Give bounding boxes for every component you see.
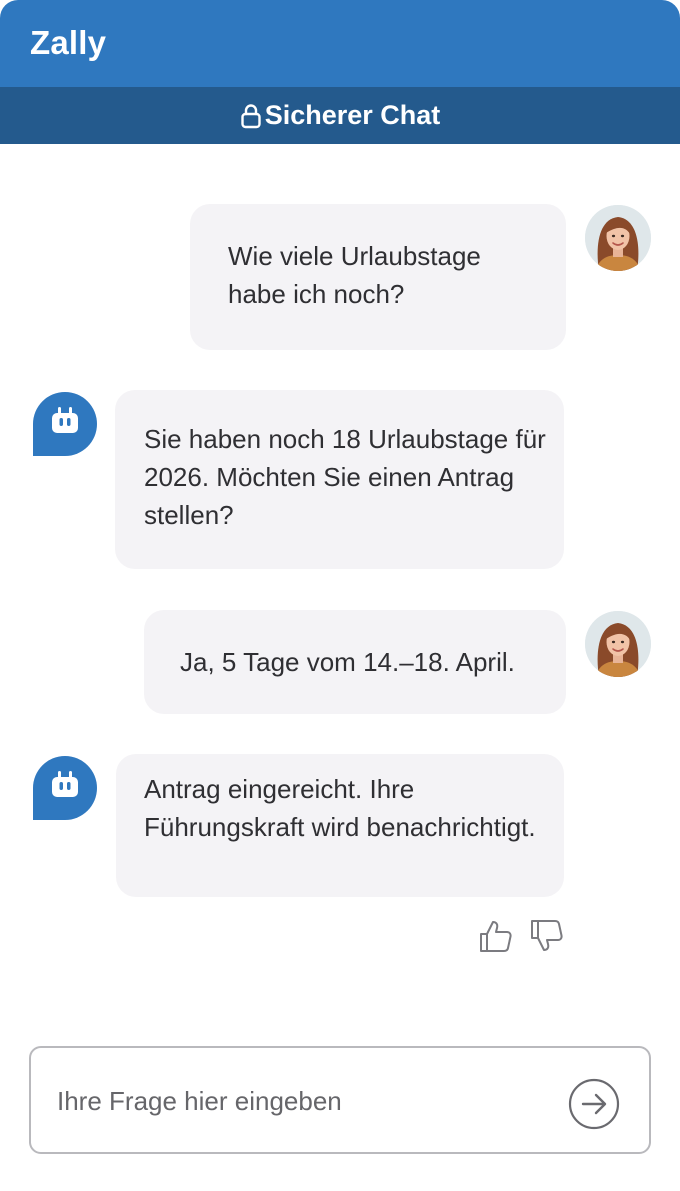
bot-icon <box>32 391 98 457</box>
thumbs-up-icon[interactable] <box>478 918 514 954</box>
user-message: Ja, 5 Tage vom 14.–18. April. <box>144 610 566 714</box>
message-text: Sie haben noch 18 Urlaubstage für 2026. … <box>144 424 546 530</box>
send-button[interactable] <box>568 1078 620 1130</box>
message-composer <box>29 1046 651 1154</box>
bot-message: Sie haben noch 18 Urlaubstage für 2026. … <box>115 390 564 569</box>
user-avatar <box>585 205 651 271</box>
app-title: Zally <box>30 24 107 61</box>
message-text: Wie viele Urlaubstage habe ich noch? <box>228 241 481 309</box>
bot-message: Antrag eingereicht. Ihre Führungskraft w… <box>116 754 564 897</box>
message-text: Antrag eingereicht. Ihre Führungskraft w… <box>144 774 536 842</box>
secure-chat-label: Sicherer Chat <box>264 100 441 130</box>
bot-icon <box>32 755 98 821</box>
arrow-right-circle-icon <box>568 1078 620 1130</box>
lock-icon <box>241 103 261 128</box>
user-message: Wie viele Urlaubstage habe ich noch? <box>190 204 566 350</box>
chat-window: Zally Sicherer Chat Wie viele Urlaubstag… <box>0 0 680 1191</box>
header: Zally <box>0 0 680 87</box>
secure-chat-banner: Sicherer Chat <box>0 87 680 144</box>
question-input[interactable] <box>57 1078 537 1124</box>
user-avatar <box>585 611 651 677</box>
message-text: Ja, 5 Tage vom 14.–18. April. <box>180 647 515 677</box>
thumbs-down-icon[interactable] <box>529 918 565 954</box>
